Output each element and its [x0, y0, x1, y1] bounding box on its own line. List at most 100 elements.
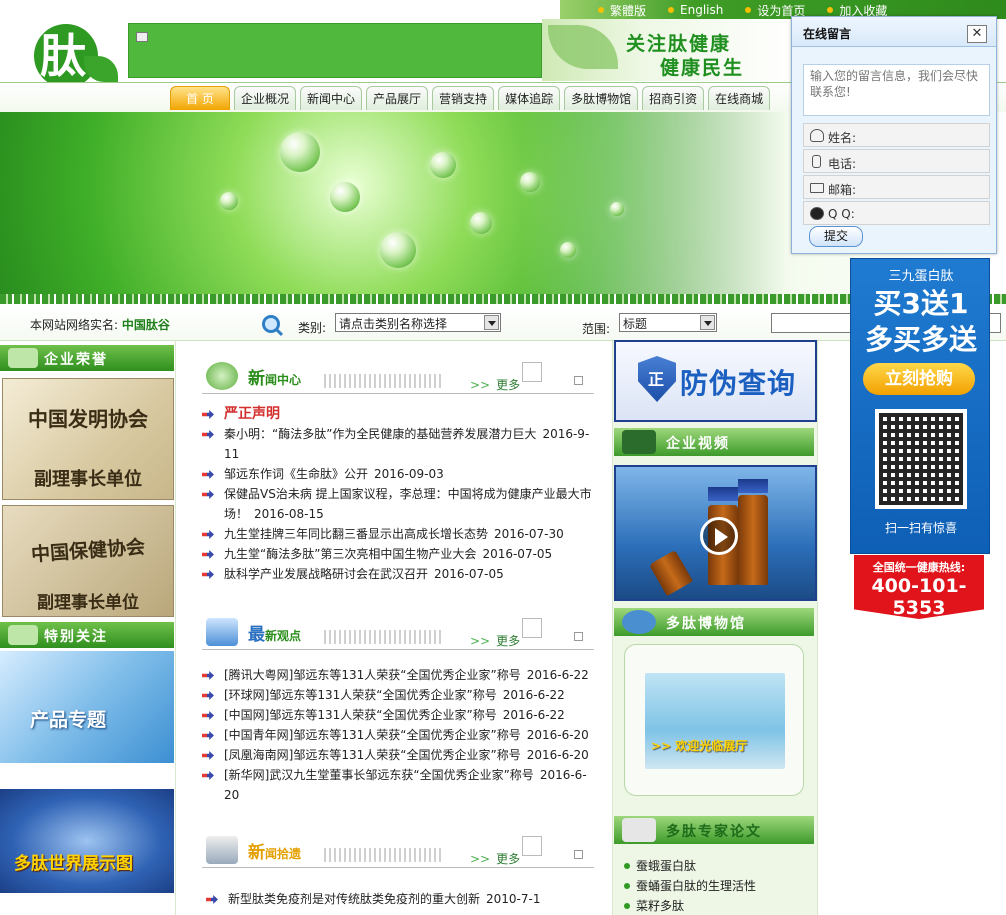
decorative-square: [522, 362, 542, 382]
news-item[interactable]: 严正声明: [202, 404, 598, 424]
news-item[interactable]: 肽科学产业发展战略研讨会在武汉召开 2016-07-05: [202, 564, 598, 584]
promo-line-2: 多买多送: [864, 323, 977, 356]
link-english[interactable]: English: [668, 2, 723, 18]
paper-link[interactable]: 菜籽多肽: [624, 896, 756, 915]
decorative-square: [574, 850, 583, 859]
molecule-bead: [430, 152, 456, 178]
arrow-icon: [202, 530, 214, 539]
news-pick-title: 新闻拾遗: [248, 843, 302, 863]
news-pick-list: 新型肽类免疫剂是对传统肽类免疫剂的重大创新 2010-7-1: [206, 889, 602, 909]
news-item[interactable]: 新型肽类免疫剂是对传统肽类免疫剂的重大创新 2010-7-1: [206, 889, 602, 909]
promo-banner[interactable]: 三九蛋白肽 买3送1 多买多送 立刻抢购 扫一扫有惊喜: [850, 258, 990, 554]
hotline-label: 全国统一健康热线:: [872, 561, 966, 574]
latest-views-list: [腾讯大粤网]邹远东等131人荣获“全国优秀企业家”称号 2016-6-22 [环球…: [202, 665, 598, 805]
nav-news[interactable]: 新闻中心: [300, 86, 363, 110]
news-item-title: [腾讯大粤网]邹远东等131人荣获“全国优秀企业家”称号: [224, 668, 521, 682]
news-item-title: 秦小明：“酶法多肽”作为全民健康的基础营养发展潜力巨大: [224, 427, 537, 441]
product-topic-banner[interactable]: 产品专题: [0, 651, 174, 763]
scope-select[interactable]: 标题: [619, 313, 717, 332]
nav-home[interactable]: 首 页: [170, 86, 230, 110]
molecule-bead: [470, 212, 492, 234]
logo-text: 肽: [40, 29, 86, 83]
link-traditional-chinese[interactable]: 繁體版: [598, 2, 646, 18]
news-item-title: [凤凰海南网]邹远东等131人荣获“全国优秀企业家”称号: [224, 748, 521, 762]
decorative-square: [574, 632, 583, 641]
video-header: 企业视频: [614, 428, 814, 456]
news-pick-more-link[interactable]: >> 更多: [470, 850, 520, 867]
news-item[interactable]: 九生堂挂牌三年同比翻三番显示出高成长增长态势 2016-07-30: [202, 524, 598, 544]
message-input[interactable]: [803, 64, 990, 116]
anti-fake-query-banner[interactable]: 正 防伪查询: [614, 340, 817, 422]
nav-investment[interactable]: 招商引资: [642, 86, 705, 110]
news-item[interactable]: [新华网]武汉九生堂董事长邹远东获“全国优秀企业家”称号 2016-6-20: [202, 765, 598, 805]
news-item[interactable]: [腾讯大粤网]邹远东等131人荣获“全国优秀企业家”称号 2016-6-22: [202, 665, 598, 685]
nav-media[interactable]: 媒体追踪: [498, 86, 561, 110]
news-pick-header: 新闻拾遗 >> 更多: [202, 832, 594, 868]
email-field[interactable]: 邮箱:: [803, 175, 990, 199]
nav-shop[interactable]: 在线商城: [708, 86, 771, 110]
scope-label: 范围:: [582, 322, 611, 336]
news-item-title: 邹远东作词《生命肽》公开: [224, 467, 369, 481]
scan-caption: 扫一扫有惊喜: [884, 521, 957, 535]
hotline-banner: 全国统一健康热线: 400-101-5353: [854, 555, 984, 619]
chevron-down-icon[interactable]: [484, 315, 499, 330]
molecule-bead: [280, 132, 320, 172]
news-item-date: 2016-07-05: [482, 547, 553, 561]
category-select[interactable]: 请点击类别名称选择: [335, 313, 501, 332]
news-item[interactable]: 九生堂“酶法多肽”第三次亮相中国生物产业大会 2016-07-05: [202, 544, 598, 564]
news-item[interactable]: [中国青年网]邹远东等131人荣获“全国优秀企业家”称号 2016-6-20: [202, 725, 598, 745]
name-field[interactable]: 姓名:: [803, 123, 990, 147]
qr-code-pattern: [879, 413, 963, 505]
news-item[interactable]: 邹远东作词《生命肽》公开 2016-09-03: [202, 464, 598, 484]
papers-list: 蚕蛾蛋白肽 蚕蛹蛋白肽的生理活性 菜籽多肽: [624, 856, 756, 915]
site-realname: 本网站网络实名: 中国肽谷: [30, 318, 170, 332]
shield-icon: 正: [638, 356, 676, 402]
news-item-title: 九生堂“酶法多肽”第三次亮相中国生物产业大会: [224, 547, 477, 561]
qq-field[interactable]: Q Q:: [803, 201, 990, 225]
showroom-caption: >> 欢迎光临展厅: [651, 739, 748, 753]
qr-code: [875, 409, 967, 509]
leaf-icon: [548, 25, 618, 69]
news-item-title: [环球网]邹远东等131人荣获“全国优秀企业家”称号: [224, 688, 497, 702]
nav-products[interactable]: 产品展厅: [366, 86, 429, 110]
arrow-icon: [202, 570, 214, 579]
phone-field[interactable]: 电话:: [803, 149, 990, 173]
news-item[interactable]: 保健品VS治未病 提上国家议程，李总理：中国将成为健康产业最大市场！ 2016-0…: [202, 484, 598, 524]
molecule-bead: [380, 232, 416, 268]
submit-button[interactable]: 提交: [809, 226, 863, 247]
news-item[interactable]: [中国网]邹远东等131人荣获“全国优秀企业家”称号 2016-6-22: [202, 705, 598, 725]
pen-icon: [622, 818, 656, 842]
news-center-header: 新闻中心 >> 更多: [202, 358, 594, 394]
news-item[interactable]: [环球网]邹远东等131人荣获“全国优秀企业家”称号 2016-6-22: [202, 685, 598, 705]
nav-museum[interactable]: 多肽博物馆: [564, 86, 639, 110]
play-icon[interactable]: [700, 517, 738, 555]
honor-icon: [8, 348, 38, 368]
news-item-date: 2016-09-03: [374, 467, 444, 481]
product-bottle: [738, 495, 768, 585]
hotline-number: 400-101-5353: [871, 575, 967, 619]
computer-icon: [206, 836, 238, 864]
nav-company[interactable]: 企业概况: [234, 86, 297, 110]
arrow-icon: [202, 410, 214, 419]
close-icon[interactable]: ✕: [967, 25, 987, 43]
buy-now-button[interactable]: 立刻抢购: [863, 363, 975, 395]
museum-showroom-banner[interactable]: >> 欢迎光临展厅: [624, 644, 804, 796]
molecule-bead: [330, 182, 360, 212]
phone-icon: [812, 155, 821, 168]
world-map-banner[interactable]: 多肽世界展示图: [0, 789, 174, 893]
news-item[interactable]: [凤凰海南网]邹远东等131人荣获“全国优秀企业家”称号 2016-6-20: [202, 745, 598, 765]
nav-marketing[interactable]: 营销支持: [432, 86, 495, 110]
news-center-more-link[interactable]: >> 更多: [470, 376, 520, 393]
museum-header: 多肽博物馆: [614, 608, 814, 636]
news-item-date: 2016-07-30: [494, 527, 564, 541]
search-icon[interactable]: [262, 315, 280, 333]
news-item[interactable]: 秦小明：“酶法多肽”作为全民健康的基础营养发展潜力巨大 2016-9-11: [202, 424, 598, 464]
company-video[interactable]: [614, 465, 817, 601]
paper-link[interactable]: 蚕蛾蛋白肽: [624, 856, 756, 876]
arrow-icon: [202, 430, 214, 439]
paper-link[interactable]: 蚕蛹蛋白肽的生理活性: [624, 876, 756, 896]
chevron-down-icon[interactable]: [700, 315, 715, 330]
category-label: 类别:: [298, 321, 327, 335]
double-chevron-icon: >>: [470, 852, 491, 866]
latest-views-more-link[interactable]: >> 更多: [470, 632, 520, 649]
